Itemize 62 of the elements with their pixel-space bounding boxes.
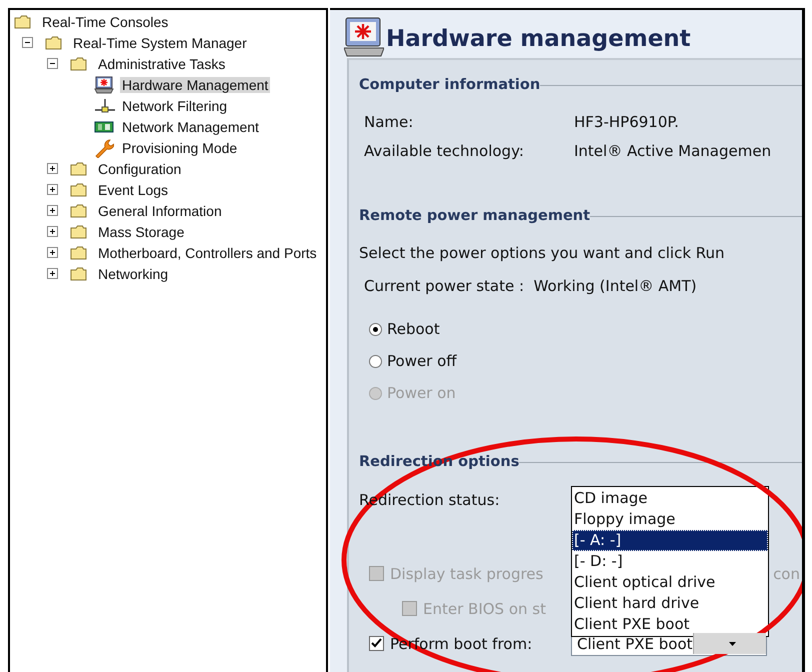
dropdown-option[interactable]: CD image [572, 488, 768, 509]
radio-button[interactable] [369, 354, 382, 368]
field-value: Intel® Active Managemen [574, 142, 772, 160]
monitor-icon [94, 76, 114, 94]
check-icon [371, 638, 382, 649]
folder-icon [14, 14, 31, 28]
tree-item[interactable]: Configuration [96, 160, 184, 176]
radio-label: Power on [387, 384, 456, 402]
tree-item[interactable]: Provisioning Mode [120, 140, 240, 156]
tree-expander[interactable] [47, 205, 58, 216]
checkbox-label: Display task progres [390, 564, 544, 582]
folder-icon [70, 204, 87, 218]
tree-expander[interactable] [47, 247, 58, 258]
computer-icon [344, 16, 384, 58]
tree-item[interactable]: Hardware Management [120, 76, 270, 92]
field-value: HF3-HP6910P. [574, 112, 679, 130]
tree-item[interactable]: Networking [96, 266, 170, 282]
tree-item[interactable]: Mass Storage [96, 224, 186, 240]
network-icon [94, 98, 116, 114]
power-state-text: Current power state : Working (Intel® AMT) [364, 276, 697, 294]
folder-icon [70, 246, 87, 260]
section-heading: Computer information [359, 77, 540, 93]
dropdown-arrow-icon [728, 642, 736, 646]
tree-item[interactable]: Network Filtering [120, 98, 230, 114]
folder-icon [70, 162, 87, 176]
field-label: Available technology: [364, 142, 525, 160]
checkbox-label: con [773, 564, 801, 582]
tree-expander[interactable] [22, 37, 33, 48]
tree-expander[interactable] [47, 58, 58, 69]
tree-expander[interactable] [47, 226, 58, 237]
tree-item[interactable]: General Information [96, 202, 224, 218]
folder-icon [70, 56, 87, 70]
dropdown-list[interactable]: CD image Floppy image [- A: -] [- D: -] Client optical drive Client hard drive Client PXE boot [571, 486, 769, 637]
tree-item[interactable]: Administrative Tasks [96, 56, 228, 72]
radio-label: Reboot [387, 320, 440, 338]
instruction-text: Select the power options you want and click Run [359, 244, 725, 262]
folder-icon [70, 182, 87, 196]
folder-icon [70, 224, 87, 238]
tree-item[interactable]: Event Logs [96, 182, 170, 198]
page-title: Hardware management [386, 26, 691, 52]
tree-item[interactable]: Network Management [120, 118, 261, 134]
wrench-icon [94, 138, 114, 158]
tree-item[interactable]: Real-Time Consoles [40, 14, 170, 30]
tree-item[interactable]: Real-Time System Manager [71, 34, 249, 50]
folder-icon [45, 36, 62, 50]
checkbox-label: Enter BIOS on st [423, 600, 546, 618]
tree-expander[interactable] [47, 184, 58, 195]
field-label: Name: [364, 112, 414, 130]
radio-label: Power off [387, 352, 457, 370]
radio-button[interactable] [369, 322, 382, 336]
dropdown-option[interactable]: [- D: -] [572, 551, 768, 572]
folder-icon [70, 266, 87, 280]
circuit-board-icon [94, 120, 114, 134]
tree-expander[interactable] [47, 163, 58, 174]
dropdown-option[interactable]: Client hard drive [572, 593, 768, 614]
dropdown-option[interactable]: [- A: -] [572, 530, 768, 551]
checkbox[interactable] [369, 636, 384, 651]
tree-expander[interactable] [47, 268, 58, 279]
dropdown-option[interactable]: Client optical drive [572, 572, 768, 593]
tree-item[interactable]: Motherboard, Controllers and Ports [96, 244, 319, 260]
dropdown-option[interactable]: Floppy image [572, 509, 768, 530]
section-heading: Remote power management [359, 208, 590, 224]
